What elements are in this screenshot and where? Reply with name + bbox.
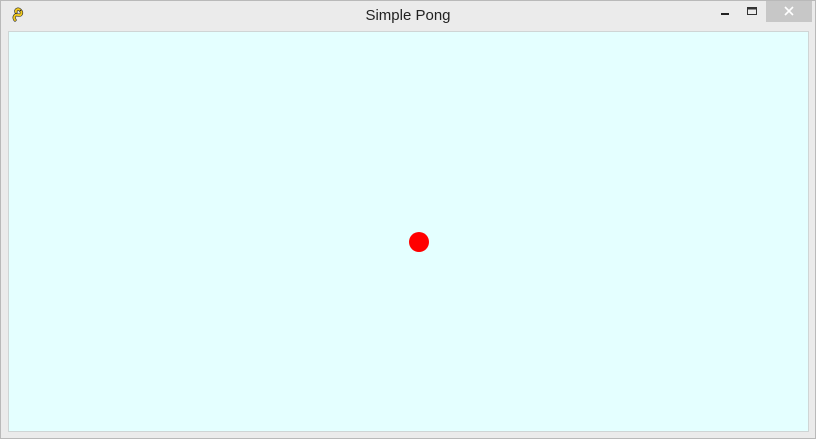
- app-window: Simple Pong: [0, 0, 816, 439]
- title-bar[interactable]: Simple Pong: [1, 1, 815, 31]
- maximize-button[interactable]: [739, 1, 766, 22]
- game-canvas[interactable]: [8, 31, 809, 432]
- minimize-button[interactable]: [712, 1, 739, 22]
- pong-ball: [409, 232, 429, 252]
- close-button[interactable]: [766, 1, 812, 22]
- window-title: Simple Pong: [365, 7, 451, 24]
